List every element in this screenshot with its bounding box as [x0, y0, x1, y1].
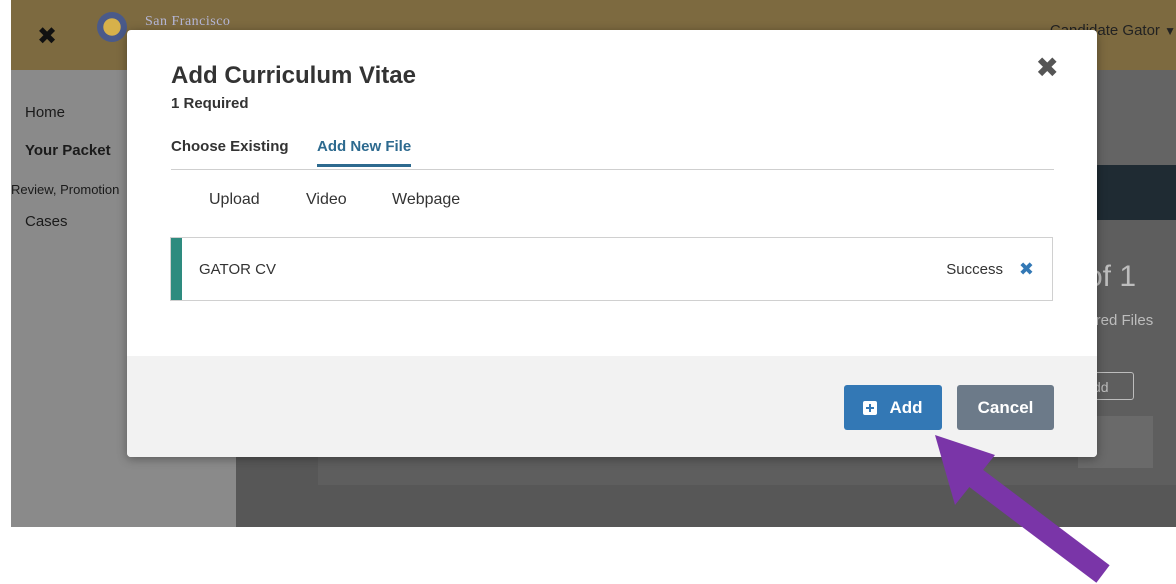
add-button[interactable]: Add [844, 385, 942, 430]
file-name: GATOR CV [199, 261, 276, 278]
tab-choose-existing[interactable]: Choose Existing [171, 138, 289, 164]
status-accent-bar [171, 238, 182, 300]
uploaded-file-row: GATOR CV Success ✖ [170, 237, 1053, 301]
tab-add-new-file[interactable]: Add New File [317, 138, 412, 167]
cancel-button[interactable]: Cancel [957, 385, 1054, 430]
subtab-upload[interactable]: Upload [209, 191, 260, 209]
close-app-icon[interactable]: ✖ [37, 22, 57, 51]
upload-status: Success [946, 261, 1003, 278]
file-source-tabs: Choose Existing Add New File [171, 138, 1054, 170]
add-cv-modal: Add Curriculum Vitae 1 Required ✖ Choose… [127, 30, 1097, 457]
modal-title: Add Curriculum Vitae [171, 62, 416, 89]
add-button-label: Add [889, 397, 923, 417]
plus-square-icon [863, 400, 878, 415]
subtab-video[interactable]: Video [306, 191, 347, 209]
app-screenshot: ✖ San Francisco Candidate Gator ▼ Home Y… [11, 0, 1176, 527]
cancel-button-label: Cancel [977, 397, 1034, 417]
sidebar-item-your-packet[interactable]: Your Packet [25, 142, 111, 159]
modal-footer: Add Cancel [127, 356, 1097, 457]
subtab-webpage[interactable]: Webpage [392, 191, 460, 209]
remove-file-icon[interactable]: ✖ [1019, 260, 1034, 278]
chevron-down-icon: ▼ [1164, 24, 1176, 38]
sidebar-item-home[interactable]: Home [25, 104, 65, 121]
sidebar-item-review-promotion[interactable]: Review, Promotion [11, 182, 119, 197]
modal-subtitle: 1 Required [171, 95, 249, 112]
sidebar-item-cases[interactable]: Cases [25, 213, 68, 230]
close-icon[interactable]: ✖ [1036, 54, 1059, 82]
brand-name: San Francisco [145, 14, 231, 29]
university-seal-logo [97, 12, 127, 42]
